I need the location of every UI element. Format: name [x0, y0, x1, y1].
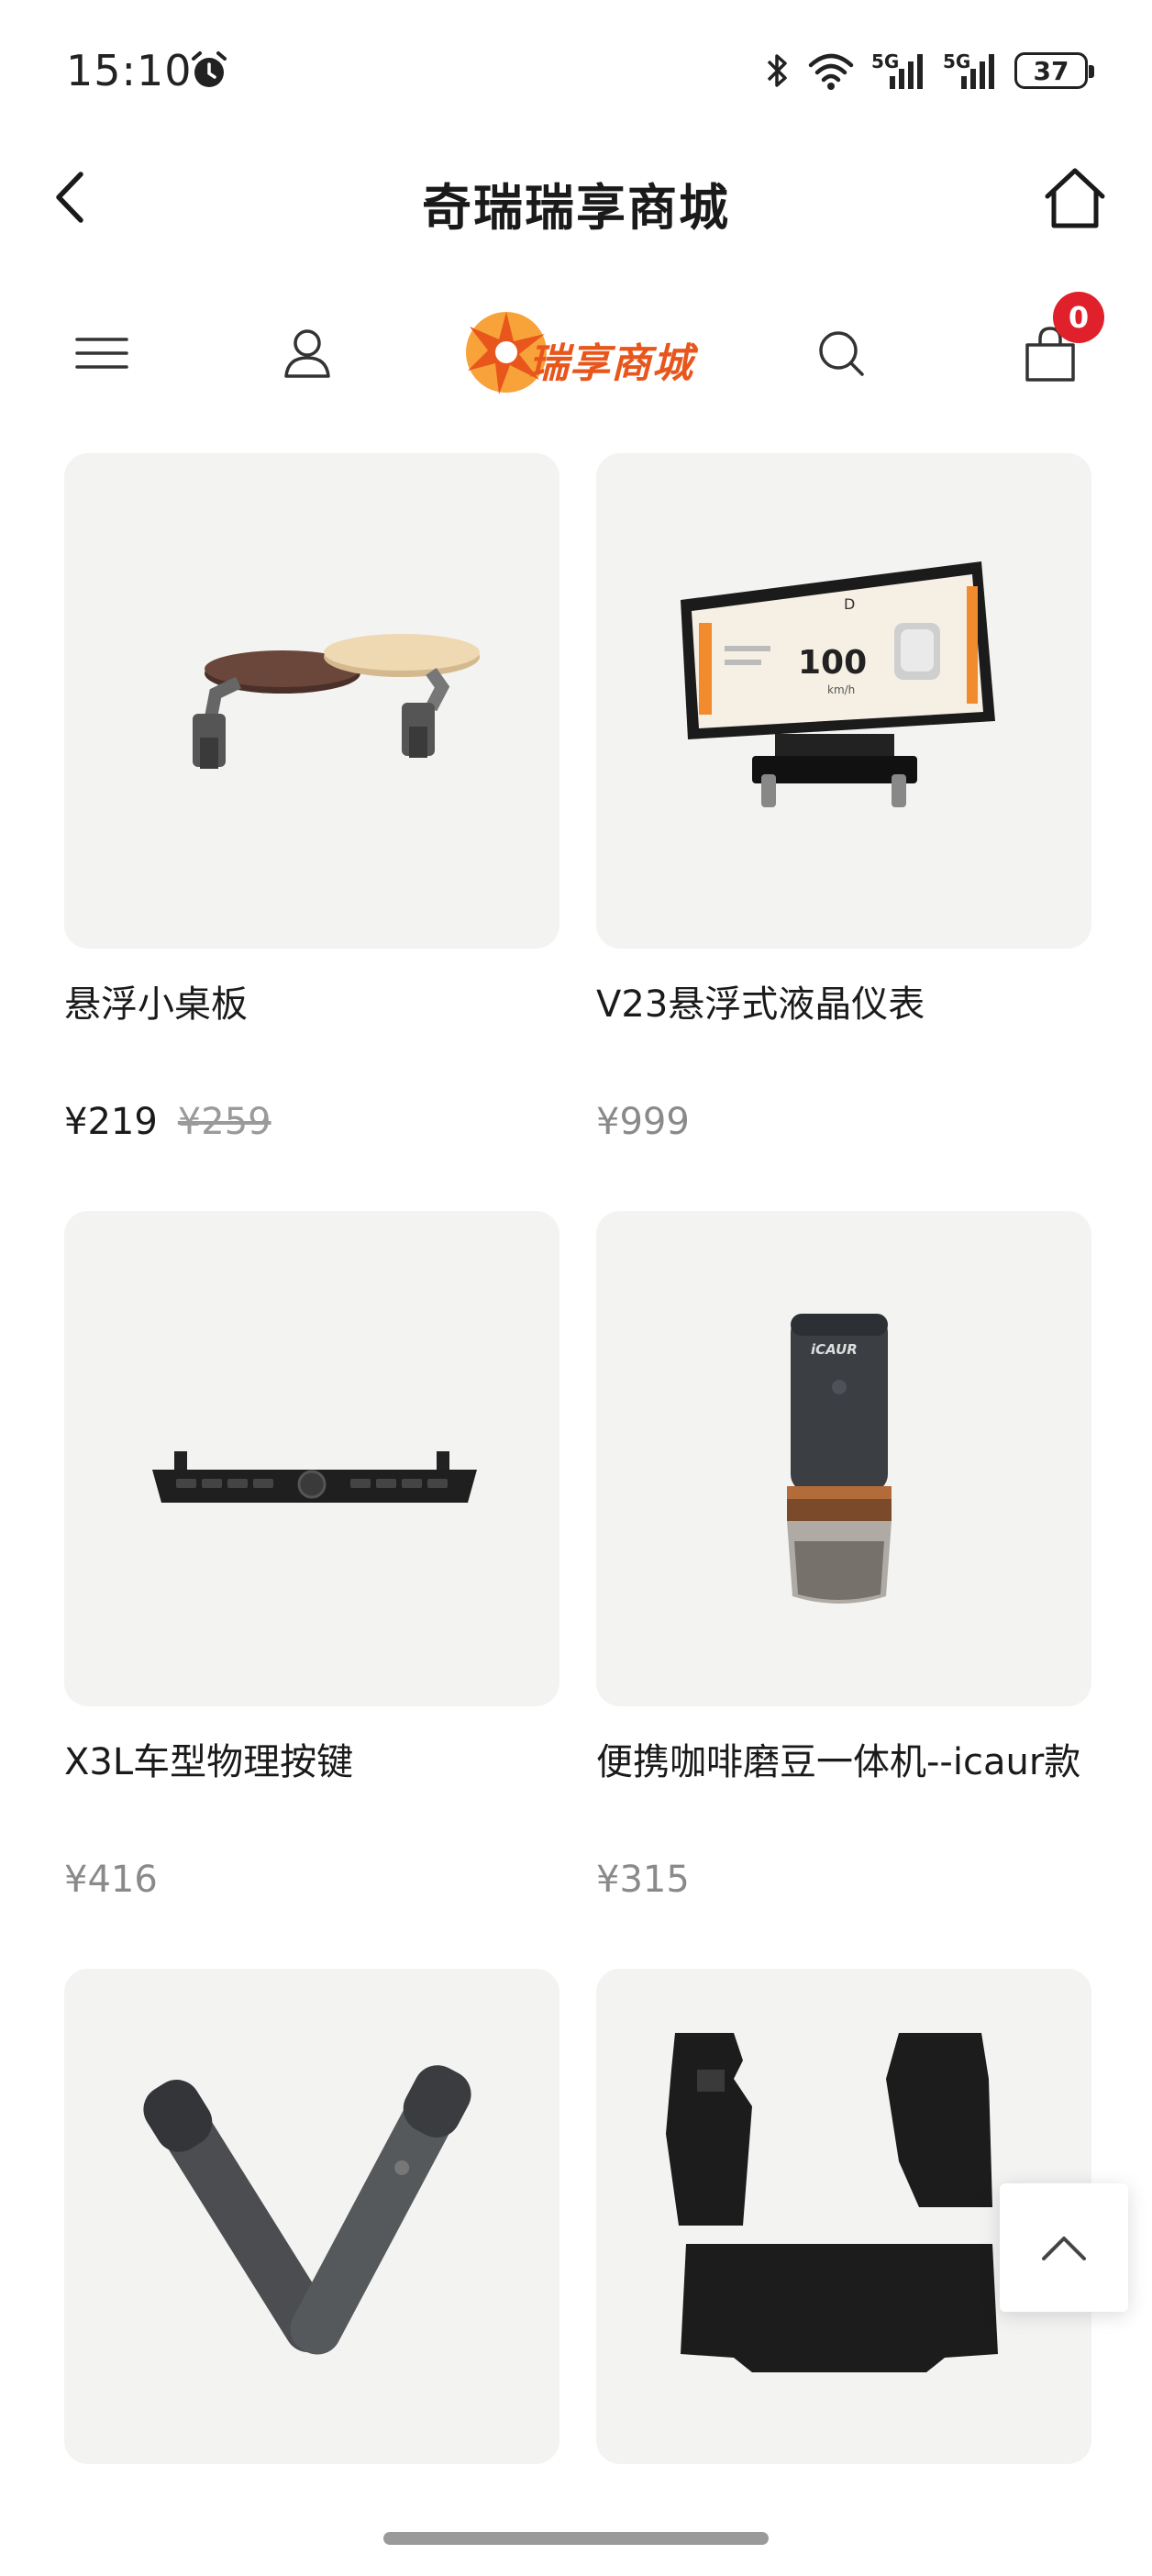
chevron-up-icon: [1042, 2237, 1086, 2260]
signal-1-icon: 5G: [871, 50, 926, 91]
shop-nav: 瑞享商城 0: [0, 275, 1152, 422]
battery-indicator: 37: [1014, 52, 1094, 89]
product-name[interactable]: X3L车型物理按键: [64, 1734, 559, 1848]
dashboard-speed: 100: [798, 644, 867, 682]
search-icon[interactable]: [809, 321, 873, 385]
original-price: ¥259: [177, 1101, 271, 1143]
price-row: ¥416: [64, 1859, 559, 1901]
product-card[interactable]: iCAUR 便携咖啡磨豆一体机--icaur款 ¥315: [596, 1211, 1091, 1901]
product-price: ¥315: [596, 1859, 690, 1901]
product-image[interactable]: [64, 453, 559, 949]
product-name[interactable]: 悬浮小桌板: [64, 976, 559, 1090]
product-name[interactable]: V23悬浮式液晶仪表: [596, 976, 1091, 1090]
product-card[interactable]: [64, 1969, 559, 2576]
status-time: 15:10: [66, 46, 193, 95]
lcd-dashboard-image: 100 km/h D: [681, 561, 995, 807]
grinder-brand: iCAUR: [811, 1341, 858, 1358]
title-bar: 奇瑞瑞享商城: [0, 138, 1152, 257]
product-card[interactable]: 悬浮小桌板 ¥219 ¥259: [64, 453, 559, 1143]
menu-icon[interactable]: [70, 321, 134, 385]
status-bar: 15:10 5G 5G 37: [0, 0, 1152, 138]
product-image[interactable]: iCAUR: [596, 1211, 1091, 1706]
price-row: ¥999: [596, 1101, 1091, 1143]
signal-2-icon: 5G: [943, 50, 998, 91]
battery-level: 37: [1033, 55, 1069, 86]
product-name[interactable]: 便携咖啡磨豆一体机--icaur款: [596, 1734, 1091, 1848]
bluetooth-icon: [767, 54, 787, 87]
alarm-icon: [192, 51, 227, 87]
coffee-grinder-image: iCAUR: [787, 1314, 892, 1604]
price-row: ¥315: [596, 1859, 1091, 1901]
scroll-to-top-button[interactable]: [1000, 2183, 1128, 2312]
shop-logo[interactable]: 瑞享商城: [459, 292, 697, 411]
floating-table-image: [193, 634, 480, 769]
logo-text: 瑞享商城: [528, 340, 693, 387]
page-title: 奇瑞瑞享商城: [422, 179, 730, 237]
product-image[interactable]: [64, 1969, 559, 2464]
status-icons: 5G 5G 37: [763, 48, 1094, 94]
wifi-icon: [808, 53, 854, 90]
user-icon[interactable]: [275, 321, 339, 385]
microphones-image: [143, 2065, 471, 2355]
product-card[interactable]: X3L车型物理按键 ¥416: [64, 1211, 559, 1901]
price-row: ¥219 ¥259: [64, 1101, 559, 1143]
page: 15:10 5G 5G 37 奇瑞瑞享商城 瑞享商城 0 悬浮小桌板 ¥219 …: [0, 0, 1152, 2576]
product-card[interactable]: 100 km/h D V23悬浮式液晶仪表 ¥999: [596, 453, 1091, 1143]
product-price: ¥219: [64, 1101, 158, 1143]
dashboard-unit: km/h: [827, 683, 855, 696]
cart-count-badge: 0: [1053, 292, 1104, 343]
home-button[interactable]: [1038, 161, 1112, 235]
physical-buttons-image: [152, 1451, 477, 1503]
gesture-bar[interactable]: [383, 2532, 769, 2545]
product-image[interactable]: 100 km/h D: [596, 453, 1091, 949]
product-image[interactable]: [64, 1211, 559, 1706]
product-price: ¥999: [596, 1101, 690, 1143]
dashboard-gear: D: [844, 595, 855, 613]
product-price: ¥416: [64, 1859, 158, 1901]
